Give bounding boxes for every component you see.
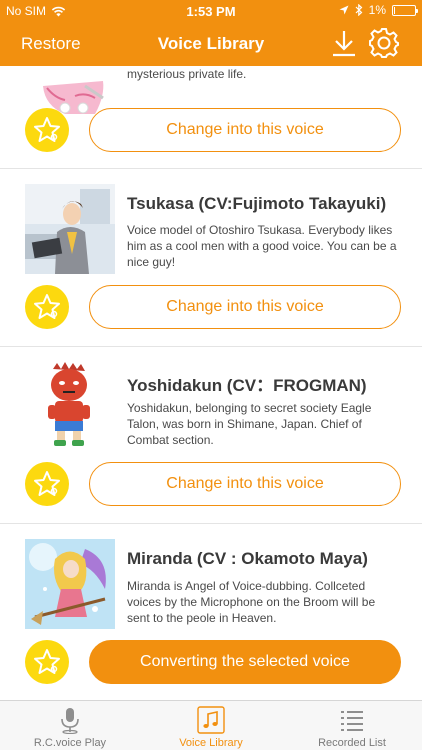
convert-selected-voice-button[interactable]: Converting the selected voice bbox=[89, 640, 401, 684]
voice-description: Yoshidakun, belonging to secret society … bbox=[127, 401, 372, 447]
location-arrow-icon bbox=[339, 5, 349, 15]
battery-percent: 1% bbox=[368, 3, 386, 17]
star-icon bbox=[34, 294, 60, 319]
voice-name: Yoshidakun (CV：FROGMAN) bbox=[127, 376, 367, 395]
page-title: Voice Library bbox=[157, 34, 265, 53]
microphone-icon bbox=[61, 708, 79, 734]
favorite-star-button[interactable] bbox=[25, 462, 69, 506]
voice-thumbnail bbox=[25, 361, 115, 451]
tab-bar: R.C.voice Play Voice Library Recorded Li… bbox=[0, 700, 422, 750]
voice-description: Miranda is Angel of Voice-dubbing. Collc… bbox=[127, 579, 376, 625]
music-note-icon bbox=[197, 706, 225, 734]
voice-thumbnail bbox=[25, 184, 115, 274]
tab-label: Voice Library bbox=[179, 737, 243, 749]
voice-thumbnail bbox=[25, 539, 115, 629]
voice-name: Tsukasa (CV:Fujimoto Takayuki) bbox=[127, 194, 387, 213]
voice-description: quiet girl, aged 16 (Aqr). Nobody knows … bbox=[127, 67, 247, 81]
gear-icon[interactable] bbox=[367, 26, 401, 60]
tab-rc-voice-play[interactable]: R.C.voice Play bbox=[0, 701, 140, 750]
navigation-bar: Restore Voice Library bbox=[0, 22, 422, 66]
voice-list[interactable]: quiet girl, aged 16 (Aqr). Nobody knows … bbox=[0, 66, 422, 700]
voice-card: Yoshidakun (CV：FROGMAN) Yoshidakun, belo… bbox=[0, 347, 422, 524]
tab-label: R.C.voice Play bbox=[33, 737, 107, 749]
favorite-star-button[interactable] bbox=[25, 285, 69, 329]
battery-fill bbox=[394, 6, 396, 14]
voice-card: Miranda (CV : Okamoto Maya) Miranda is A… bbox=[0, 524, 422, 700]
star-icon bbox=[34, 471, 60, 496]
tab-label: Recorded List bbox=[318, 737, 386, 749]
voice-description: Voice model of Otoshiro Tsukasa. Everybo… bbox=[127, 223, 397, 269]
status-bar: No SIM 1:53 PM 1% bbox=[0, 0, 422, 22]
tab-recorded-list[interactable]: Recorded List bbox=[282, 701, 422, 750]
top-bar: No SIM 1:53 PM 1% Restore Voice Library bbox=[0, 0, 422, 66]
change-voice-button[interactable]: Change into this voice bbox=[89, 462, 401, 506]
star-icon bbox=[34, 649, 60, 674]
star-icon bbox=[34, 117, 60, 142]
voice-card: Tsukasa (CV:Fujimoto Takayuki) Voice mod… bbox=[0, 169, 422, 346]
status-right: 1% bbox=[339, 3, 418, 17]
voice-name: Miranda (CV : Okamoto Maya) bbox=[127, 549, 368, 568]
list-icon bbox=[341, 711, 363, 731]
favorite-star-button[interactable] bbox=[25, 108, 69, 152]
tab-voice-library[interactable]: Voice Library bbox=[141, 701, 281, 750]
download-icon[interactable] bbox=[330, 28, 358, 58]
change-voice-button[interactable]: Change into this voice bbox=[89, 285, 401, 329]
voice-card: quiet girl, aged 16 (Aqr). Nobody knows … bbox=[0, 66, 422, 168]
change-voice-button[interactable]: Change into this voice bbox=[89, 108, 401, 152]
favorite-star-button[interactable] bbox=[25, 640, 69, 684]
bluetooth-icon bbox=[355, 4, 363, 16]
battery-icon bbox=[392, 4, 418, 16]
